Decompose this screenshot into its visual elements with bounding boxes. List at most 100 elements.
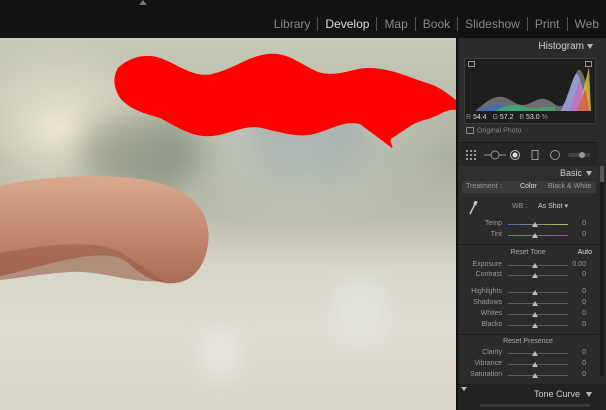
- shadow-clip-icon[interactable]: [468, 61, 475, 67]
- photo-content: [0, 53, 456, 284]
- exposure-slider-knob[interactable]: [532, 263, 538, 268]
- saturation-label: Saturation: [470, 371, 502, 378]
- treatment-color-button[interactable]: Color: [520, 183, 537, 190]
- clarity-slider-knob[interactable]: [532, 351, 538, 356]
- blacks-slider-track[interactable]: [508, 325, 568, 326]
- tint-slider-track[interactable]: [508, 235, 568, 236]
- exposure-value[interactable]: 0.00: [572, 261, 586, 268]
- clarity-row: Clarity 0: [458, 349, 598, 359]
- photo-preview[interactable]: [0, 38, 456, 410]
- clarity-value[interactable]: 0: [582, 349, 586, 356]
- whites-slider-track[interactable]: [508, 314, 568, 315]
- treatment-bw-button[interactable]: Black & White: [548, 183, 592, 190]
- reset-presence-button[interactable]: Reset Presence: [458, 338, 598, 345]
- tone-curve-title: Tone Curve: [533, 389, 580, 399]
- collapse-triangle-icon[interactable]: [586, 392, 592, 397]
- wb-eyedropper-icon[interactable]: [468, 201, 478, 215]
- vibrance-label: Vibrance: [474, 360, 502, 367]
- temp-label: Temp: [484, 220, 502, 227]
- vibrance-slider-knob[interactable]: [532, 362, 538, 367]
- blacks-row: Blacks 0: [458, 321, 598, 331]
- highlights-row: Highlights 0: [458, 288, 598, 298]
- vibrance-slider-track[interactable]: [508, 364, 568, 365]
- module-library[interactable]: Library: [267, 17, 318, 31]
- whites-row: Whites 0: [458, 310, 598, 320]
- percent-unit: %: [541, 114, 548, 121]
- whites-label: Whites: [480, 310, 502, 317]
- vibrance-row: Vibrance 0: [458, 360, 598, 370]
- panel-scrollbar[interactable]: [600, 166, 604, 376]
- shadows-row: Shadows 0: [458, 299, 598, 309]
- highlight-clip-icon[interactable]: [585, 61, 592, 67]
- module-book[interactable]: Book: [414, 17, 457, 31]
- exposure-slider-track[interactable]: [508, 265, 568, 266]
- radial-filter-icon[interactable]: [550, 150, 560, 160]
- shadows-slider-track[interactable]: [508, 303, 568, 304]
- grid-overlay-icon[interactable]: [466, 150, 476, 160]
- whites-value[interactable]: 0: [582, 310, 586, 317]
- b-label: B: [519, 114, 525, 121]
- clarity-label: Clarity: [482, 349, 502, 356]
- contrast-slider-knob[interactable]: [532, 273, 538, 278]
- module-map[interactable]: Map: [376, 17, 414, 31]
- temp-row: Temp 0: [458, 220, 598, 230]
- contrast-value[interactable]: 0: [582, 271, 586, 278]
- blacks-slider-knob[interactable]: [532, 323, 538, 328]
- tint-slider-knob[interactable]: [532, 233, 538, 238]
- wb-label: WB :: [512, 203, 528, 210]
- highlights-slider-track[interactable]: [508, 292, 568, 293]
- divider: [458, 244, 598, 245]
- module-bar: Library Develop Map Book Slideshow Print…: [0, 0, 606, 38]
- contrast-label: Contrast: [475, 271, 502, 278]
- basic-header[interactable]: Basic: [458, 166, 598, 180]
- collapse-triangle-icon[interactable]: [587, 44, 593, 49]
- tint-label: Tint: [490, 231, 502, 238]
- module-slideshow[interactable]: Slideshow: [457, 17, 527, 31]
- shadows-value[interactable]: 0: [582, 299, 586, 306]
- highlights-slider-knob[interactable]: [532, 290, 538, 295]
- exposure-label: Exposure: [472, 261, 502, 268]
- crop-tool-icon[interactable]: [484, 150, 506, 160]
- shadows-label: Shadows: [473, 299, 502, 306]
- collapse-triangle-icon[interactable]: [586, 171, 592, 176]
- panel-scroll-thumb[interactable]: [600, 166, 604, 182]
- temp-value[interactable]: 0: [582, 220, 586, 227]
- tone-curve-header[interactable]: Tone Curve: [458, 384, 606, 410]
- vibrance-value[interactable]: 0: [582, 360, 586, 367]
- module-web[interactable]: Web: [566, 17, 606, 31]
- saturation-slider-track[interactable]: [508, 375, 568, 376]
- histogram-header[interactable]: Histogram: [458, 38, 598, 56]
- module-develop[interactable]: Develop: [317, 17, 376, 31]
- adjustment-brush-icon[interactable]: [568, 150, 590, 160]
- clarity-slider-track[interactable]: [508, 353, 568, 354]
- highlights-label: Highlights: [471, 288, 502, 295]
- g-label: G: [492, 114, 498, 121]
- tint-value[interactable]: 0: [582, 231, 586, 238]
- treatment-label: Treatment :: [466, 183, 502, 190]
- tone-curve-preview: [480, 404, 590, 407]
- panel-end-triangle-icon[interactable]: [461, 387, 467, 391]
- tool-strip: [458, 142, 598, 168]
- saturation-slider-knob[interactable]: [532, 373, 538, 378]
- temp-slider-knob[interactable]: [532, 222, 538, 227]
- contrast-row: Contrast 0: [458, 271, 598, 281]
- blacks-label: Blacks: [481, 321, 502, 328]
- highlights-value[interactable]: 0: [582, 288, 586, 295]
- temp-slider-track[interactable]: [508, 224, 568, 225]
- original-photo-checkbox[interactable]: [466, 127, 474, 134]
- blacks-value[interactable]: 0: [582, 321, 586, 328]
- graduated-filter-icon[interactable]: [530, 150, 540, 160]
- spot-removal-icon[interactable]: [510, 150, 520, 160]
- right-panel: Histogram R 54.4 G 57.2 B 53.0 % Origina…: [456, 38, 606, 410]
- shadows-slider-knob[interactable]: [532, 301, 538, 306]
- auto-tone-button[interactable]: Auto: [578, 249, 592, 256]
- panel-toggle-arrow-icon[interactable]: [139, 0, 147, 5]
- exposure-row: Exposure 0.00: [458, 261, 598, 271]
- original-photo-toggle[interactable]: Original Photo: [466, 127, 521, 134]
- wb-dropdown[interactable]: As Shot ▾: [538, 202, 568, 210]
- whites-slider-knob[interactable]: [532, 312, 538, 317]
- histogram-title: Histogram: [538, 41, 584, 52]
- saturation-value[interactable]: 0: [582, 371, 586, 378]
- contrast-slider-track[interactable]: [508, 275, 568, 276]
- module-print[interactable]: Print: [526, 17, 567, 31]
